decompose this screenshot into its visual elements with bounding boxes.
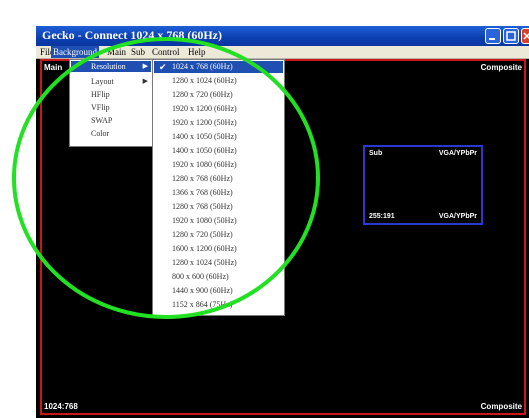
resolution-item[interactable]: 1920 x 1200 (50Hz) (154, 117, 283, 129)
submenu-vflip-label: VFlip (91, 103, 110, 112)
menu-background[interactable]: Background (51, 46, 99, 58)
resolution-item[interactable]: 1280 x 768 (60Hz) (154, 173, 283, 185)
main-source-label-bottom: Composite (480, 402, 522, 411)
submenu-layout[interactable]: Layout ▶ (71, 76, 151, 87)
resolution-label: 1920 x 1200 (50Hz) (172, 118, 237, 127)
resolution-label: 1280 x 1024 (50Hz) (172, 258, 237, 267)
title-bar[interactable]: Gecko - Connect 1024 x 768 (60Hz) (36, 26, 529, 46)
resolution-label: 1366 x 768 (60Hz) (172, 188, 233, 197)
main-aspect-label: 1024:768 (44, 402, 78, 411)
resolution-label: 1920 x 1080 (60Hz) (172, 160, 237, 169)
submenu-color-label: Color (91, 129, 110, 138)
pip-source-label-bottom: VGA/YPbPr (438, 213, 477, 220)
resolution-label: 1920 x 1200 (60Hz) (172, 104, 237, 113)
submenu-layout-label: Layout (91, 77, 114, 86)
resolution-label: 1920 x 1080 (50Hz) (172, 216, 237, 225)
submenu-arrow-icon: ▶ (142, 62, 148, 70)
resolution-item[interactable]: 1280 x 1024 (50Hz) (154, 257, 283, 269)
resolution-item[interactable]: 1280 x 1024 (60Hz) (154, 75, 283, 87)
minimize-icon[interactable] (485, 28, 501, 44)
submenu-hflip[interactable]: HFlip (71, 89, 151, 100)
resolution-item[interactable]: 1280 x 720 (50Hz) (154, 229, 283, 241)
resolution-label: 1400 x 1050 (50Hz) (172, 132, 237, 141)
maximize-icon[interactable] (503, 28, 519, 44)
resolution-label: 1400 x 1050 (60Hz) (172, 146, 237, 155)
pip-source-label: VGA/YPbPr (438, 150, 477, 157)
main-label: Main (44, 63, 63, 72)
submenu-hflip-label: HFlip (91, 90, 110, 99)
resolution-item[interactable]: 1366 x 768 (60Hz) (154, 187, 283, 199)
resolution-item[interactable]: 1400 x 1050 (60Hz) (154, 145, 283, 157)
resolution-label: 800 x 600 (60Hz) (172, 272, 229, 281)
resolution-label: 1280 x 768 (50Hz) (172, 202, 233, 211)
submenu-vflip[interactable]: VFlip (71, 102, 151, 113)
sub-pip-window[interactable]: Sub VGA/YPbPr 255:191 VGA/YPbPr (363, 145, 483, 225)
resolution-item[interactable]: 1152 x 864 (75Hz) (154, 299, 283, 311)
submenu-resolution[interactable]: Resolution ▶ (71, 61, 151, 72)
menu-bar: File Background Main Sub Control Help (36, 46, 529, 59)
resolution-label: 1152 x 864 (75Hz) (172, 300, 233, 309)
resolution-label: 1280 x 1024 (60Hz) (172, 76, 237, 85)
resolution-label: 1440 x 900 (60Hz) (172, 286, 233, 295)
pip-sub-label: Sub (369, 150, 383, 157)
resolution-label: 1024 x 768 (60Hz) (172, 62, 233, 71)
resolution-item[interactable]: 1920 x 1080 (60Hz) (154, 159, 283, 171)
submenu-swap[interactable]: SWAP (71, 115, 151, 126)
menu-main[interactable]: Main (105, 46, 128, 58)
submenu-swap-label: SWAP (91, 116, 113, 125)
resolution-item[interactable]: 800 x 600 (60Hz) (154, 271, 283, 283)
resolution-item[interactable]: 1400 x 1050 (50Hz) (154, 131, 283, 143)
resolution-item[interactable]: 1440 x 900 (60Hz) (154, 285, 283, 297)
resolution-menu: ✔ 1024 x 768 (60Hz) 1280 x 1024 (60Hz) 1… (152, 59, 285, 316)
resolution-item[interactable]: ✔ 1024 x 768 (60Hz) (154, 61, 283, 73)
menu-help[interactable]: Help (186, 46, 208, 58)
resolution-item[interactable]: 1600 x 1200 (60Hz) (154, 243, 283, 255)
resolution-label: 1280 x 768 (60Hz) (172, 174, 233, 183)
menu-sub[interactable]: Sub (129, 46, 147, 58)
resolution-item[interactable]: 1920 x 1080 (50Hz) (154, 215, 283, 227)
submenu-arrow-icon: ▶ (142, 77, 148, 85)
window-title: Gecko - Connect 1024 x 768 (60Hz) (42, 28, 222, 42)
resolution-label: 1280 x 720 (50Hz) (172, 230, 233, 239)
pip-aspect-label: 255:191 (369, 213, 395, 220)
background-submenu: Resolution ▶ Layout ▶ HFlip VFlip SWAP C… (69, 59, 153, 147)
close-icon[interactable] (521, 28, 529, 44)
resolution-label: 1600 x 1200 (60Hz) (172, 244, 237, 253)
checkmark-icon: ✔ (159, 62, 167, 72)
resolution-item[interactable]: 1280 x 768 (50Hz) (154, 201, 283, 213)
resolution-item[interactable]: 1280 x 720 (60Hz) (154, 89, 283, 101)
submenu-color[interactable]: Color (71, 128, 151, 139)
submenu-resolution-label: Resolution (91, 62, 126, 71)
resolution-item[interactable]: 1920 x 1200 (60Hz) (154, 103, 283, 115)
resolution-label: 1280 x 720 (60Hz) (172, 90, 233, 99)
menu-control[interactable]: Control (150, 46, 182, 58)
main-source-label: Composite (480, 63, 522, 72)
